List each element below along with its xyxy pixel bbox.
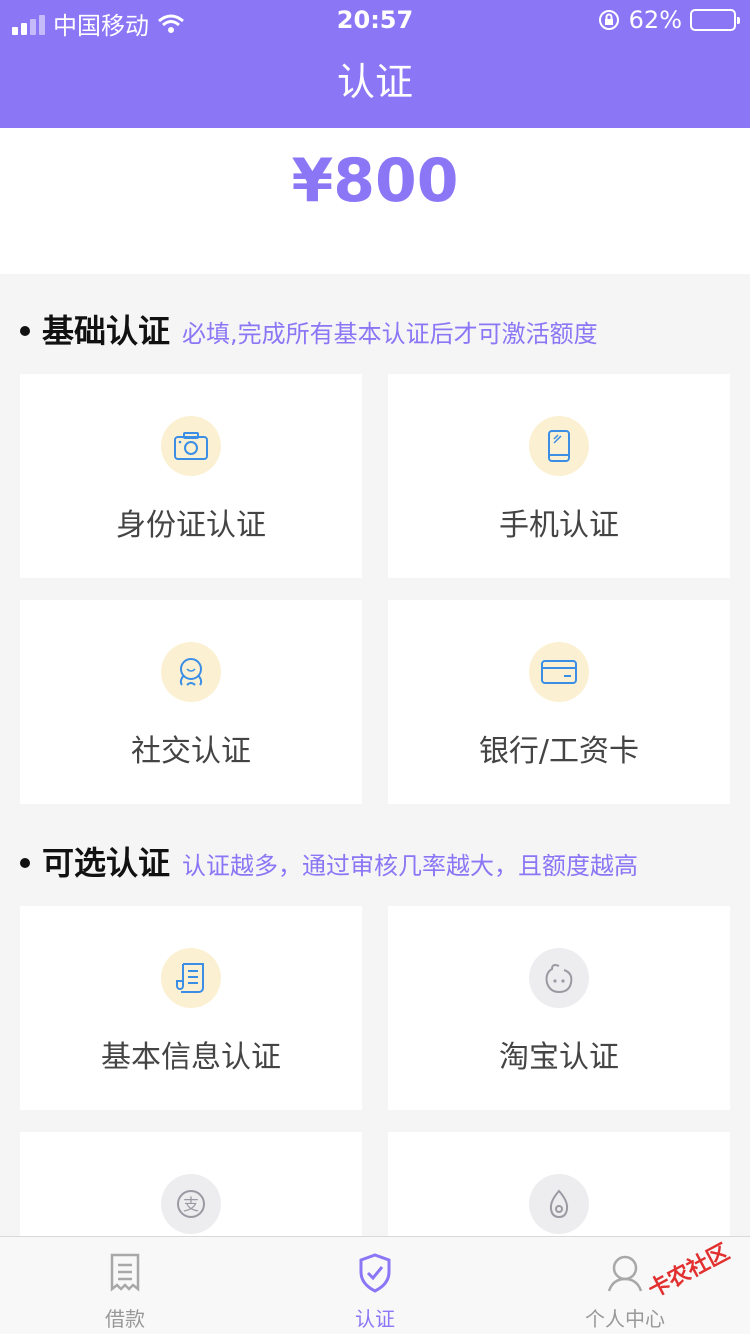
card-label: 淘宝认证	[499, 1040, 619, 1075]
section-hint: 必填,完成所有基本认证后才可激活额度	[182, 320, 598, 348]
shield-check-icon	[359, 1253, 391, 1293]
rotation-lock-icon	[598, 10, 619, 30]
phone-verification-card[interactable]: 手机认证	[388, 374, 730, 578]
tab-verification[interactable]: 认证	[250, 1237, 500, 1334]
section-title-basic: 基础认证 必填,完成所有基本认证后才可激活额度	[20, 306, 598, 352]
battery-icon	[690, 9, 740, 31]
bank-card-icon	[529, 642, 589, 702]
nav-bar: 认证	[0, 40, 750, 128]
bullet-icon	[20, 858, 30, 868]
section-title-optional: 可选认证 认证越多，通过审核几率越大，且额度越高	[20, 838, 638, 884]
status-bar: 中国移动 20:57 62%	[0, 0, 750, 40]
id-card-verification-card[interactable]: 身份证认证	[20, 374, 362, 578]
tab-loan[interactable]: 借款	[0, 1237, 250, 1334]
tab-bar: 借款 认证 个人中心	[0, 1236, 750, 1334]
card-label: 银行/工资卡	[478, 734, 640, 769]
taobao-verification-card[interactable]: 淘宝认证	[388, 906, 730, 1110]
battery-percent: 62%	[628, 6, 682, 34]
card-label: 身份证认证	[116, 508, 266, 543]
drop-icon	[529, 1174, 589, 1234]
svg-text:支: 支	[183, 1195, 199, 1214]
camera-icon	[161, 416, 221, 476]
card-label: 社交认证	[131, 734, 251, 769]
page-title: 认证	[336, 60, 413, 104]
credit-amount: ¥800	[291, 146, 459, 216]
credit-amount-panel: ¥800	[0, 128, 750, 274]
status-right: 62%	[597, 6, 740, 34]
alipay-icon: 支	[161, 1174, 221, 1234]
user-icon	[607, 1255, 643, 1292]
section-hint: 认证越多，通过审核几率越大，且额度越高	[182, 852, 639, 880]
section-heading: 基础认证	[42, 312, 171, 350]
bullet-icon	[20, 326, 30, 336]
basic-info-verification-card[interactable]: 基本信息认证	[20, 906, 362, 1110]
section-heading: 可选认证	[42, 844, 171, 882]
card-label: 手机认证	[499, 508, 619, 543]
tab-label: 认证	[355, 1307, 395, 1331]
loan-icon	[110, 1253, 140, 1292]
tab-label: 个人中心	[585, 1307, 665, 1331]
document-icon	[161, 948, 221, 1008]
taobao-icon	[529, 948, 589, 1008]
bank-card-verification-card[interactable]: 银行/工资卡	[388, 600, 730, 804]
social-icon	[161, 642, 221, 702]
social-verification-card[interactable]: 社交认证	[20, 600, 362, 804]
card-label: 基本信息认证	[101, 1040, 281, 1075]
phone-icon	[529, 416, 589, 476]
tab-label: 借款	[105, 1307, 145, 1331]
